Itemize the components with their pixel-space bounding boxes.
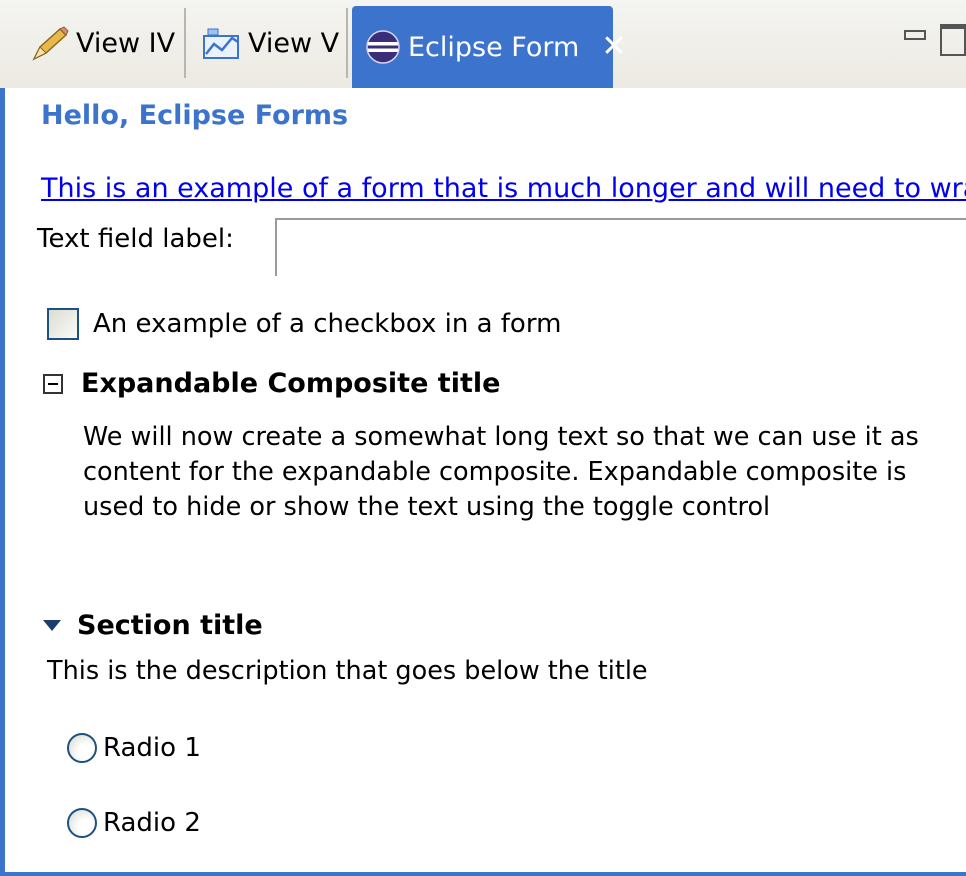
tab-eclipse-form[interactable]: Eclipse Form ✕ xyxy=(352,6,626,88)
radio-label: Radio 1 xyxy=(103,733,201,763)
text-field-label: Text field label: xyxy=(37,224,234,254)
tab-label: View V xyxy=(248,27,340,59)
eclipse-globe-icon xyxy=(364,28,402,66)
form-title: Hello, Eclipse Forms xyxy=(41,100,349,131)
tab-label: View IV xyxy=(76,27,176,59)
example-checkbox[interactable]: An example of a checkbox in a form xyxy=(47,308,561,340)
form-content: Hello, Eclipse Forms This is an example … xyxy=(0,88,966,876)
tab-label: Eclipse Form xyxy=(408,31,580,63)
radio-circle[interactable] xyxy=(67,733,97,763)
triangle-down-icon[interactable] xyxy=(43,620,61,631)
collapse-toggle-icon[interactable] xyxy=(43,373,63,394)
view-tab-bar: View IV View V Eclipse Form ✕ xyxy=(0,0,966,88)
radio-circle[interactable] xyxy=(67,808,97,838)
tab-view-v[interactable]: View V xyxy=(188,8,348,78)
radio-button-1[interactable]: Radio 1 xyxy=(67,733,201,763)
view-chart-icon xyxy=(202,26,242,60)
radio-button-2[interactable]: Radio 2 xyxy=(67,808,201,838)
section-title: Section title xyxy=(77,610,263,641)
checkbox-label: An example of a checkbox in a form xyxy=(93,309,562,339)
radio-label: Radio 2 xyxy=(103,808,201,838)
expandable-composite-text: We will now create a somewhat long text … xyxy=(83,422,919,522)
tab-view-iv[interactable]: View IV xyxy=(0,8,186,78)
expandable-composite-title: Expandable Composite title xyxy=(81,368,501,399)
close-icon[interactable]: ✕ xyxy=(601,32,626,62)
minimize-icon[interactable] xyxy=(904,30,926,40)
maximize-icon[interactable] xyxy=(940,24,966,56)
section-description: This is the description that goes below … xyxy=(47,656,648,686)
expandable-composite-header[interactable]: Expandable Composite title xyxy=(43,368,500,399)
checkbox-box[interactable] xyxy=(47,308,79,340)
text-field-input[interactable] xyxy=(275,218,966,276)
pencil-icon xyxy=(30,25,70,61)
form-hyperlink[interactable]: This is an example of a form that is muc… xyxy=(41,173,966,204)
window-controls xyxy=(904,24,966,56)
section-header[interactable]: Section title xyxy=(43,610,263,641)
